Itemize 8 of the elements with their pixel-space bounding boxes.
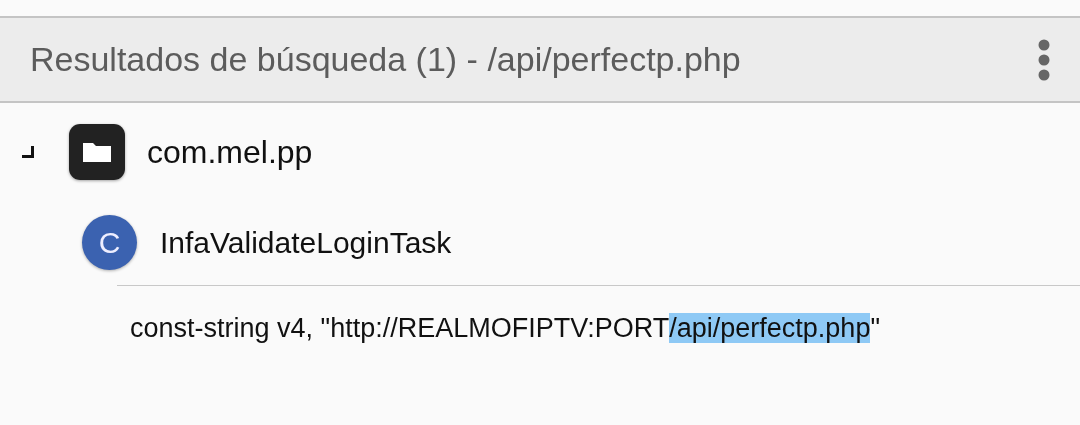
expand-toggle[interactable] (22, 145, 34, 158)
header-title: Resultados de búsqueda (1) - /api/perfectp.php (30, 39, 741, 80)
more-options-icon[interactable] (1038, 38, 1050, 81)
class-badge: C (82, 215, 137, 270)
class-label[interactable]: InfaValidateLoginTask (160, 220, 452, 265)
package-label[interactable]: com.mel.pp (147, 127, 313, 176)
code-line[interactable]: const-string v4, "http://REALMOFIPTV:PORT/api/perfectp.php" (130, 313, 880, 343)
folder-icon (69, 123, 125, 180)
